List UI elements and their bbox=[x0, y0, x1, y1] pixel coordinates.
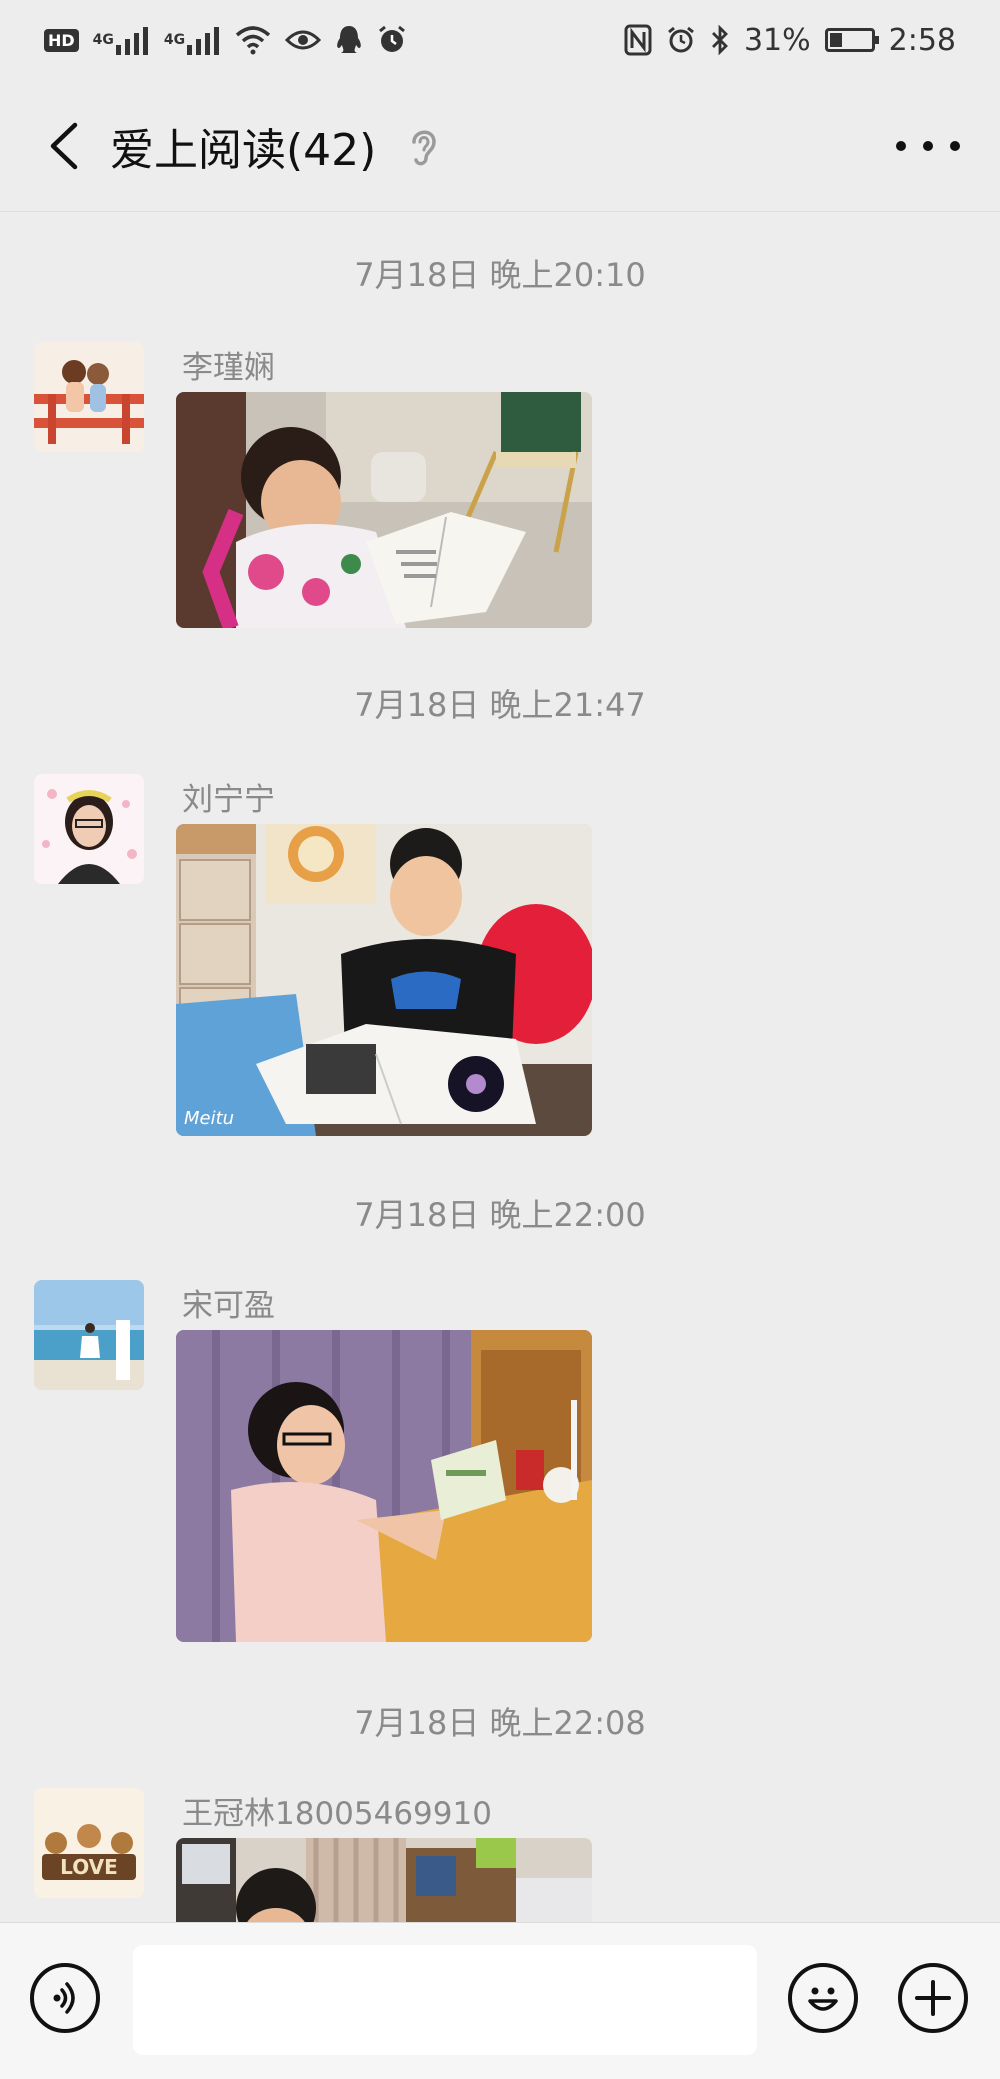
chat-list[interactable]: 7月18日 晚上20:10 李瑾娴 7月18日 晚上21:47 刘宁宁 Meit… bbox=[0, 212, 1000, 1922]
nfc-icon bbox=[624, 22, 652, 58]
avatar[interactable] bbox=[34, 774, 144, 884]
plus-icon bbox=[915, 1980, 951, 2016]
image-message[interactable] bbox=[176, 1330, 592, 1642]
emoji-icon bbox=[808, 1987, 838, 2011]
avatar[interactable] bbox=[34, 1280, 144, 1390]
cellular-signal-2-icon: 4G bbox=[164, 22, 221, 58]
time-divider: 7月18日 晚上22:00 bbox=[354, 1196, 646, 1234]
voice-icon bbox=[53, 1982, 75, 2014]
image-message[interactable] bbox=[176, 392, 592, 628]
back-arrow-icon bbox=[50, 122, 78, 170]
more-button[interactable] bbox=[896, 120, 960, 172]
emoji-button[interactable] bbox=[788, 1963, 858, 2033]
more-icon-dot bbox=[896, 141, 906, 151]
avatar-text: LOVE bbox=[60, 1855, 118, 1879]
network-type-label: 4G bbox=[92, 32, 114, 48]
status-left: HD 4G 4G bbox=[44, 22, 407, 58]
ear-icon bbox=[404, 124, 444, 168]
wifi-icon bbox=[235, 22, 271, 58]
avatar[interactable]: LOVE bbox=[34, 1788, 144, 1898]
hd-badge: HD bbox=[44, 28, 79, 52]
status-right: 31% 2:58 bbox=[624, 22, 956, 58]
battery-icon bbox=[824, 28, 879, 52]
more-icon-dot bbox=[923, 141, 933, 151]
chat-title: 爱上阅读(42) bbox=[110, 125, 377, 176]
avatar[interactable] bbox=[34, 342, 144, 452]
sender-name: 宋可盈 bbox=[182, 1288, 275, 1324]
time-divider: 7月18日 晚上22:08 bbox=[354, 1704, 646, 1742]
chat-header: 爱上阅读(42) bbox=[0, 80, 1000, 212]
voice-button[interactable] bbox=[30, 1963, 100, 2033]
sender-name: 王冠林18005469910 bbox=[182, 1796, 492, 1832]
battery-fill bbox=[829, 33, 842, 47]
eye-comfort-icon bbox=[285, 22, 322, 58]
cellular-signal-icon: 4G bbox=[93, 22, 150, 58]
alarm-app-icon bbox=[377, 22, 407, 58]
network-type-label-2: 4G bbox=[163, 32, 186, 48]
plus-button[interactable] bbox=[898, 1963, 968, 2033]
more-icon-dot bbox=[950, 141, 960, 151]
sender-name: 刘宁宁 bbox=[182, 782, 275, 818]
alarm-clock-icon bbox=[666, 22, 696, 58]
time-divider: 7月18日 晚上21:47 bbox=[354, 686, 646, 724]
image-message[interactable] bbox=[176, 1838, 592, 1922]
bluetooth-icon bbox=[710, 22, 730, 58]
photo-watermark: Meitu bbox=[184, 1108, 234, 1129]
input-bar bbox=[0, 1922, 1000, 2079]
time-divider: 7月18日 晚上20:10 bbox=[354, 256, 646, 294]
sender-name: 李瑾娴 bbox=[182, 350, 275, 386]
status-bar: HD 4G 4G 31% 2:58 bbox=[0, 0, 1000, 80]
message-input[interactable] bbox=[133, 1945, 757, 2055]
clock: 2:58 bbox=[888, 22, 956, 58]
image-message[interactable]: Meitu bbox=[176, 824, 592, 1136]
back-button[interactable] bbox=[36, 118, 92, 174]
hd-icon: HD bbox=[44, 22, 79, 58]
qq-icon bbox=[335, 22, 363, 58]
battery-percent: 31% bbox=[743, 22, 811, 58]
